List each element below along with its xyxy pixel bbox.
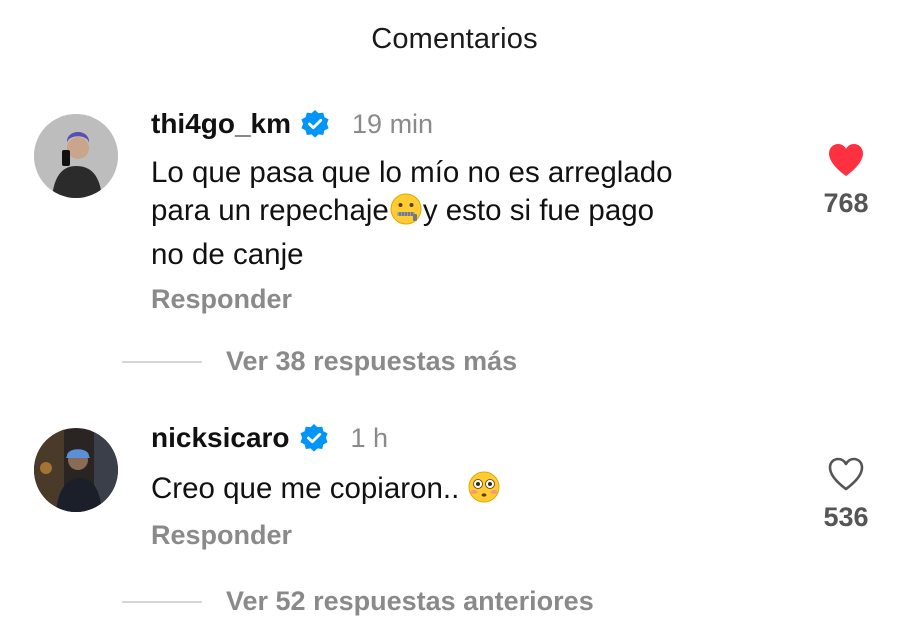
flushed-face-icon [467,470,501,514]
timestamp: 1 h [350,422,389,453]
view-more-replies-label[interactable]: Ver 52 respuestas anteriores [226,586,594,617]
divider [122,600,202,603]
comment-meta: thi4go_km 19 min [151,106,433,142]
reply-button[interactable]: Responder [151,284,292,315]
verified-badge-icon [301,110,329,138]
comment-meta: nicksicaro 1 h [151,420,388,456]
like-count: 536 [823,502,869,532]
like-area: 768 [806,142,886,219]
comment-text-line: no de canje [151,238,304,271]
comment-text: Creo que me copiaron.. [151,470,791,514]
heart-filled-icon[interactable] [826,142,866,178]
timestamp: 19 min [352,108,434,139]
comment-text-segment: Creo que me copiaron.. [151,472,468,505]
zipper-mouth-face-icon [389,192,423,236]
comment-text-line: Lo que pasa que lo mío no es arreglado [151,156,673,189]
like-count: 768 [823,188,869,218]
avatar[interactable] [34,428,118,512]
view-more-replies-label[interactable]: Ver 38 respuestas más [226,346,517,377]
verified-badge-icon [299,424,328,452]
comment-text-segment: y esto si fue pago [422,194,655,227]
avatar[interactable] [34,114,118,198]
reply-button[interactable]: Responder [151,520,292,551]
like-area: 536 [806,456,886,533]
username[interactable]: nicksicaro [151,422,290,454]
divider [122,360,202,363]
view-more-replies[interactable]: Ver 52 respuestas anteriores [122,586,594,617]
username[interactable]: thi4go_km [151,108,291,140]
header: Comentarios [0,0,909,78]
comment-text: Lo que pasa que lo mío no es arreglado p… [151,154,791,274]
heart-outline-icon[interactable] [826,456,866,492]
comment-text-line: para un repechaje y esto si fue pago [151,192,791,236]
view-more-replies[interactable]: Ver 38 respuestas más [122,346,517,377]
comment-text-segment: para un repechaje [151,194,389,227]
page-title: Comentarios [371,22,538,55]
